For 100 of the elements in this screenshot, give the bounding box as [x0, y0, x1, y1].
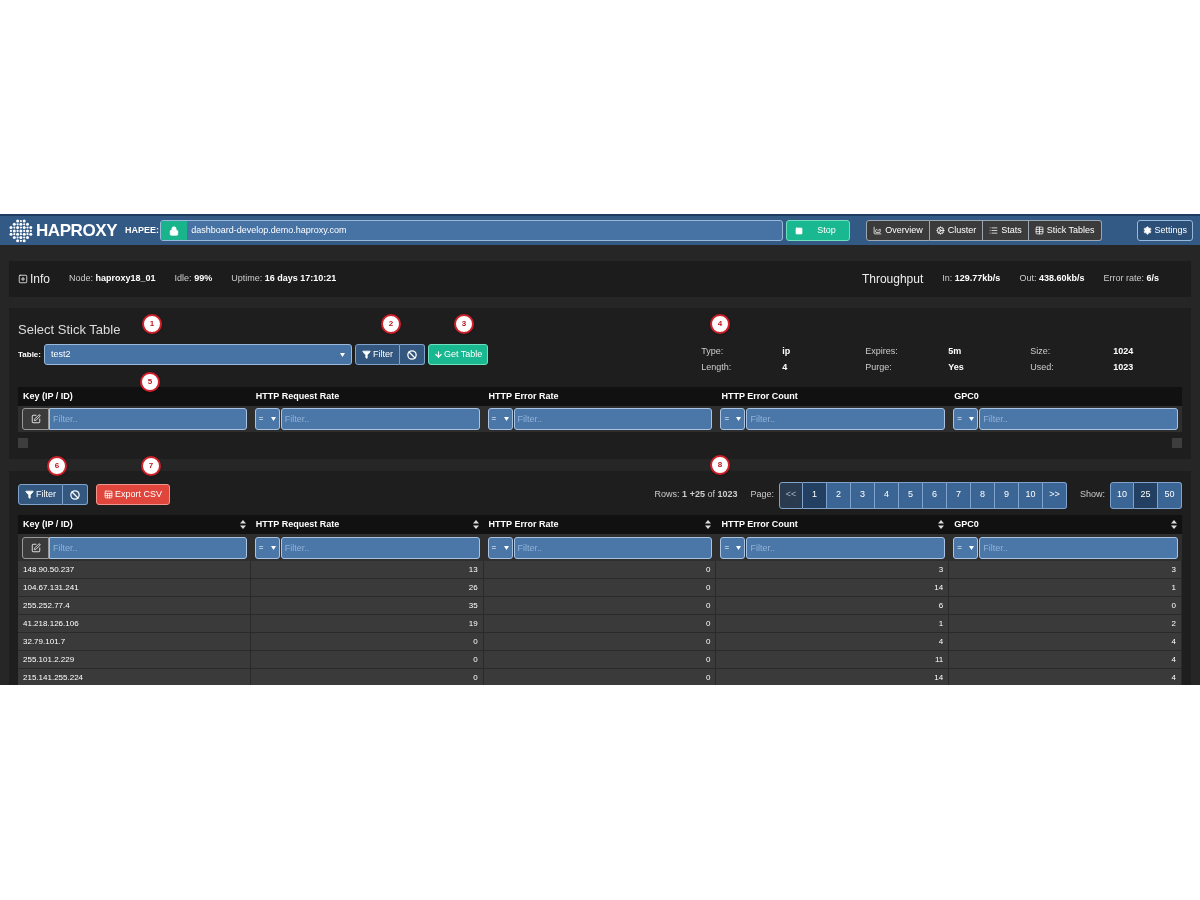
- rows-summary: Rows: 1 +25 of 1023: [654, 487, 738, 501]
- table-cell: 3: [938, 563, 944, 576]
- filter-icon: [361, 350, 371, 359]
- caret-icon: [969, 417, 975, 421]
- throughput-title: Throughput: [861, 271, 924, 288]
- filter-field[interactable]: Filter..: [979, 408, 1178, 430]
- filter-field[interactable]: Filter..: [979, 536, 1178, 559]
- export-button[interactable]: Export CSV: [96, 484, 171, 505]
- nav-button[interactable]: Stick Tables: [1028, 220, 1102, 241]
- panel-title: Select Stick Table: [18, 321, 121, 339]
- caret-icon: [270, 417, 276, 421]
- clear-filter-button[interactable]: [63, 484, 88, 505]
- info-stat: Node: haproxy18_01: [69, 272, 156, 286]
- chart-icon: [873, 226, 883, 235]
- scroll-handle[interactable]: [18, 438, 28, 448]
- filter-field[interactable]: Filter..: [49, 536, 247, 559]
- nav-button[interactable]: Stats: [983, 220, 1029, 241]
- table-cell: 4: [1171, 671, 1176, 684]
- nav-button[interactable]: Cluster: [929, 220, 984, 241]
- operator-select[interactable]: =: [254, 408, 280, 430]
- table-select[interactable]: test2: [43, 344, 352, 365]
- column-heading[interactable]: GPC0: [954, 517, 979, 532]
- table-cell: 0: [705, 599, 711, 612]
- filter-field[interactable]: Filter..: [49, 408, 247, 430]
- table-cell: 255.252.77.4: [23, 599, 70, 612]
- edit-button[interactable]: [22, 408, 49, 430]
- page-size-button[interactable]: 25: [1134, 481, 1158, 509]
- page-button[interactable]: 9: [995, 481, 1019, 509]
- page-size-button[interactable]: 10: [1110, 481, 1134, 509]
- page-button[interactable]: 3: [851, 481, 875, 509]
- filter-field[interactable]: Filter..: [746, 536, 946, 559]
- edit-button[interactable]: [22, 536, 49, 559]
- filter-button[interactable]: Filter: [354, 344, 400, 365]
- column-heading[interactable]: HTTP Error Rate: [488, 517, 559, 532]
- stop-icon: [795, 226, 804, 235]
- table-cell: 3: [1171, 563, 1176, 576]
- caret-icon: [736, 545, 742, 550]
- meta-label: Length:: [701, 360, 733, 374]
- table-cell: 14: [934, 671, 944, 684]
- meta-value: 1024: [1113, 345, 1135, 358]
- page-button[interactable]: 4: [875, 481, 899, 509]
- table-cell: 13: [468, 563, 478, 576]
- page-button[interactable]: 5: [899, 481, 923, 509]
- filter-field[interactable]: Filter..: [513, 408, 713, 430]
- settings-icon: [1143, 226, 1153, 235]
- column-heading[interactable]: Key (IP / ID): [23, 517, 73, 532]
- nav-button[interactable]: Overview: [866, 220, 930, 241]
- url-field[interactable]: dashboard-develop.demo.haproxy.com: [160, 220, 784, 241]
- filter-field[interactable]: Filter..: [513, 536, 713, 559]
- sort-icon: [1171, 520, 1177, 529]
- filter-field[interactable]: Filter..: [280, 536, 480, 559]
- table-cell: 41.218.126.106: [23, 617, 79, 630]
- table-cell: 6: [938, 599, 944, 612]
- page-button[interactable]: >>: [1043, 481, 1067, 509]
- meta-label: Expires:: [865, 345, 899, 358]
- edit-icon: [30, 542, 41, 553]
- edit-icon: [30, 414, 41, 424]
- table-cell: 1: [938, 617, 944, 630]
- table-cell: 0: [705, 581, 711, 594]
- caret-icon: [736, 417, 742, 421]
- page-button[interactable]: 2: [827, 481, 851, 509]
- operator-select[interactable]: =: [953, 408, 979, 430]
- page-size-button[interactable]: 50: [1158, 481, 1182, 509]
- table-cell: 0: [473, 671, 478, 684]
- table-cell: 1: [1171, 581, 1176, 594]
- throughput-stat: Out: 438.60kb/s: [1019, 272, 1085, 286]
- meta-label: Used:: [1030, 360, 1055, 374]
- filter-field[interactable]: Filter..: [280, 408, 480, 430]
- page-button[interactable]: 6: [923, 481, 947, 509]
- column-heading: Key (IP / ID): [22, 389, 74, 403]
- scroll-handle[interactable]: [1172, 438, 1182, 448]
- clear-filter-button[interactable]: [399, 344, 425, 365]
- throughput-stat: In: 129.77kb/s: [942, 272, 1001, 286]
- caret-icon: [270, 545, 276, 550]
- operator-select[interactable]: =: [720, 408, 746, 430]
- table-cell: 215.141.255.224: [23, 671, 84, 684]
- expand-icon[interactable]: [18, 274, 28, 284]
- table-cell: 0: [705, 671, 711, 684]
- settings-button[interactable]: Settings: [1137, 220, 1193, 241]
- table-cell: 4: [938, 635, 944, 648]
- page-button[interactable]: 1: [803, 481, 827, 509]
- table-label: Table:: [18, 348, 41, 361]
- operator-select[interactable]: =: [953, 536, 979, 559]
- operator-select[interactable]: =: [254, 536, 280, 559]
- url-text: dashboard-develop.demo.haproxy.com: [191, 223, 347, 237]
- column-heading[interactable]: HTTP Request Rate: [255, 517, 340, 532]
- column-heading: HTTP Error Rate: [487, 389, 560, 403]
- table-cell: 4: [1171, 653, 1176, 666]
- cluster-label: HAPEE:: [125, 223, 160, 237]
- page-button[interactable]: 8: [971, 481, 995, 509]
- meta-label: Size:: [1030, 345, 1052, 358]
- page-button[interactable]: 10: [1019, 481, 1043, 509]
- operator-select[interactable]: =: [487, 536, 513, 559]
- filter-field[interactable]: Filter..: [746, 408, 946, 430]
- operator-select[interactable]: =: [487, 408, 513, 430]
- sort-icon: [705, 520, 712, 529]
- filter-button[interactable]: Filter: [18, 484, 63, 505]
- column-heading[interactable]: HTTP Error Count: [721, 517, 798, 532]
- operator-select[interactable]: =: [720, 536, 746, 559]
- page-button[interactable]: 7: [947, 481, 971, 509]
